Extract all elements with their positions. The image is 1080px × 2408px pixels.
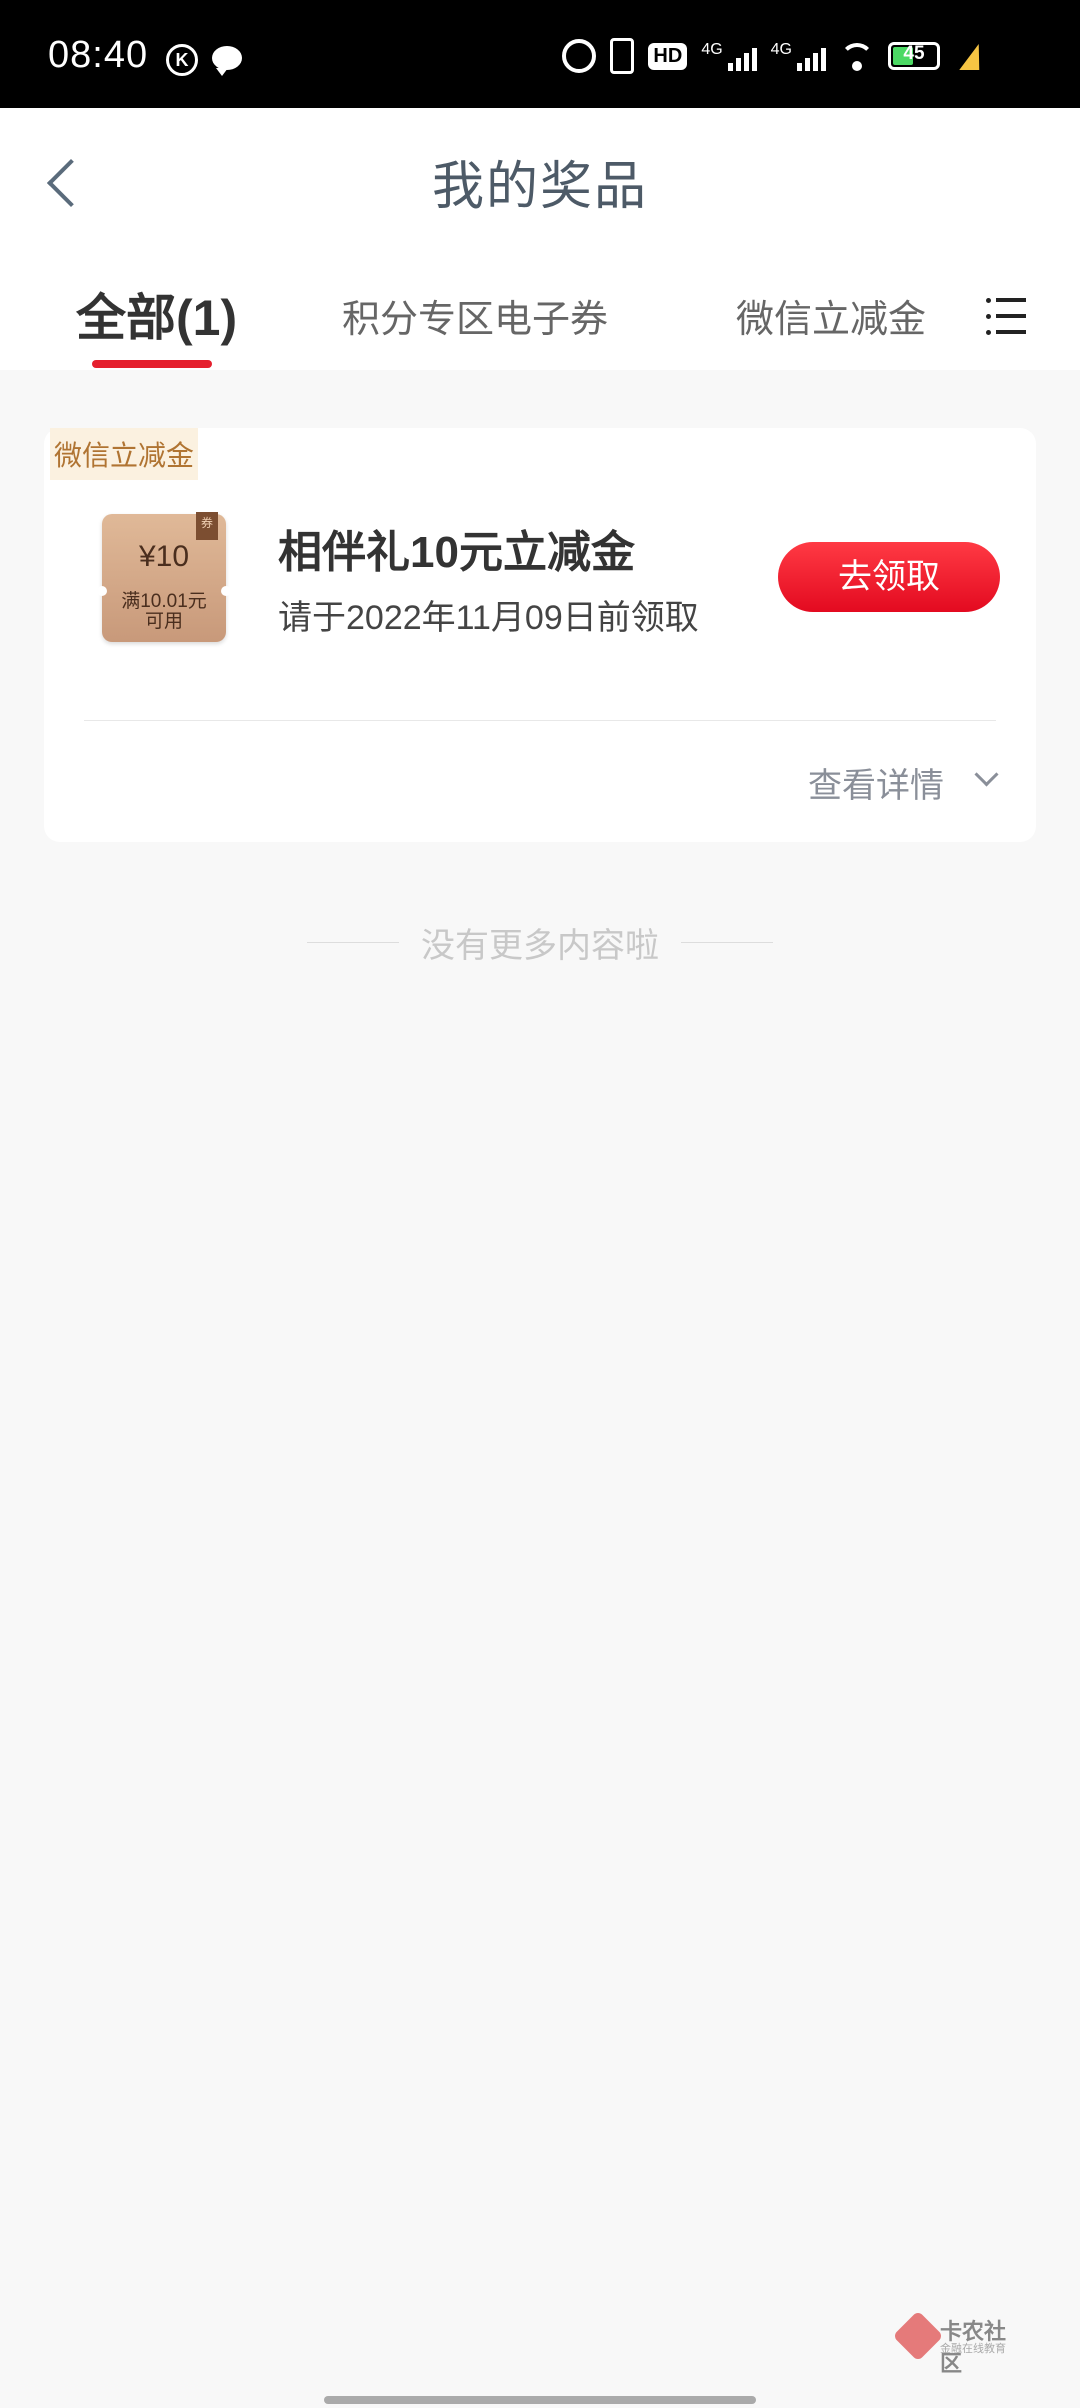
prize-category-tag: 微信立减金	[50, 428, 199, 480]
status-icons: HD 4G 4G 45	[562, 36, 940, 76]
divider-right	[681, 942, 774, 943]
tab-bar: 全部(1) 积分专区电子券 微信立减金	[0, 268, 1080, 368]
cell-signal-icon-2: 4G	[771, 41, 826, 71]
chat-bubble-icon	[212, 46, 242, 76]
k-app-icon: K	[166, 44, 198, 76]
menu-list-icon[interactable]	[986, 296, 1026, 336]
charging-bolt-icon	[959, 44, 989, 70]
claim-button[interactable]: 去领取	[778, 542, 1000, 612]
coupon-image: 券 ¥10 满10.01元 可用	[97, 512, 231, 642]
watermark: 卡农社区 金融在线教育	[892, 2310, 1020, 2376]
page-title: 我的奖品	[431, 158, 648, 216]
divider	[84, 720, 996, 721]
prize-name: 相伴礼10元立减金	[278, 528, 635, 577]
wifi-icon	[840, 43, 874, 71]
header: 我的奖品 全部(1) 积分专区电子券 微信立减金	[0, 108, 1080, 370]
status-time: 08:40	[48, 34, 149, 76]
divider-left	[306, 942, 399, 943]
tab-points-coupons[interactable]: 积分专区电子券	[342, 288, 608, 343]
prize-deadline: 请于2022年11月09日前领取	[278, 599, 699, 637]
watermark-logo-icon	[892, 2310, 944, 2362]
coupon-ribbon-icon: 券	[196, 512, 218, 540]
watermark-tagline: 金融在线教育	[940, 2343, 1006, 2355]
battery-icon: 45	[888, 42, 940, 70]
coupon-amount: ¥10	[138, 540, 190, 573]
end-of-list: 没有更多内容啦	[0, 918, 1080, 967]
hd-icon: HD	[648, 42, 688, 70]
chevron-down-icon[interactable]	[974, 762, 999, 787]
coupon-condition: 满10.01元 可用	[121, 591, 207, 632]
battery-level: 45	[903, 43, 925, 64]
home-indicator[interactable]	[324, 2396, 756, 2404]
alarm-icon	[562, 39, 597, 73]
vibrate-icon	[610, 38, 635, 74]
prize-card: 微信立减金 券 ¥10 满10.01元 可用 相伴礼10元立减金 请于2022年…	[44, 428, 1036, 842]
tab-all[interactable]: 全部(1)	[76, 278, 237, 350]
status-bar: 08:40 K HD 4G 4G 45	[0, 0, 1080, 108]
tab-wechat-discount[interactable]: 微信立减金	[736, 288, 936, 343]
view-details-button[interactable]: 查看详情	[808, 758, 944, 807]
active-tab-indicator	[92, 360, 212, 368]
no-more-text: 没有更多内容啦	[421, 927, 659, 965]
cell-signal-icon-1: 4G	[701, 41, 757, 71]
